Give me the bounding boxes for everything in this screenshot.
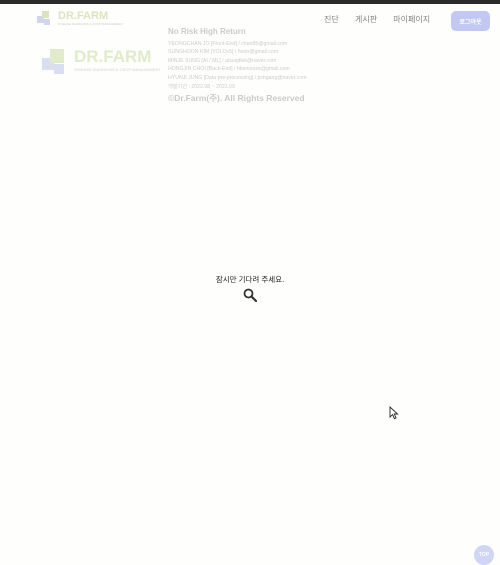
loading-indicator: 잠시만 기다려 주세요. [0, 274, 500, 302]
footer-member: HYUNJI JUNG [Data pre-processing] / jcmg… [168, 74, 307, 81]
footer-member: SUNGHOON KIM [YOLOv5] / hoon@gmail.com [168, 49, 279, 56]
footer-copyright: ©Dr.Farm(주). All Rights Reserved [168, 93, 305, 104]
footer-info: No Risk High Return YEONGCHAN JO [Front-… [168, 27, 307, 104]
footer-logo-text: DR.FARM [74, 47, 152, 66]
footer-member: HONGJIN CHOI [Back-End] / hbsmooze@gmail… [168, 66, 290, 73]
footer-member: YEONGCHAN JO [Front-End] / chan85@gmail.… [168, 40, 288, 47]
nav-link-mypage[interactable]: 마이페이지 [393, 15, 430, 24]
footer: DR.FARM DISEASE DIAGNOSIS & CROP MANAGEM… [0, 27, 500, 118]
footer-period: 개발기간 : 2022.08 ~ 2022.09 [168, 83, 235, 90]
nav-logo-subtitle: DISEASE DIAGNOSIS & CROP MANAGEMENT [58, 22, 124, 26]
nav-link-diagnosis[interactable]: 진단 [324, 15, 339, 24]
loading-message: 잠시만 기다려 주세요. [215, 275, 285, 284]
footer-title: No Risk High Return [168, 27, 246, 36]
footer-logo-mark-icon [42, 49, 64, 74]
mouse-cursor-icon [389, 406, 399, 420]
nav-logo[interactable]: DR.FARM DISEASE DIAGNOSIS & CROP MANAGEM… [35, 9, 123, 29]
footer-logo-subtitle: DISEASE DIAGNOSIS & CROP MANAGEMENT [74, 67, 161, 72]
nav-menu: 진단 게시판 마이페이지 [324, 14, 444, 25]
footer-member: MINJE SUNG [AI / ML] / alsuqdlek@naver.c… [168, 57, 277, 64]
nav-link-board[interactable]: 게시판 [355, 15, 377, 24]
footer-logo: DR.FARM DISEASE DIAGNOSIS & CROP MANAGEM… [40, 46, 161, 83]
search-icon [243, 288, 257, 302]
scroll-to-top-button[interactable]: TOP [474, 545, 494, 565]
nav-logo-text: DR.FARM [58, 10, 109, 22]
